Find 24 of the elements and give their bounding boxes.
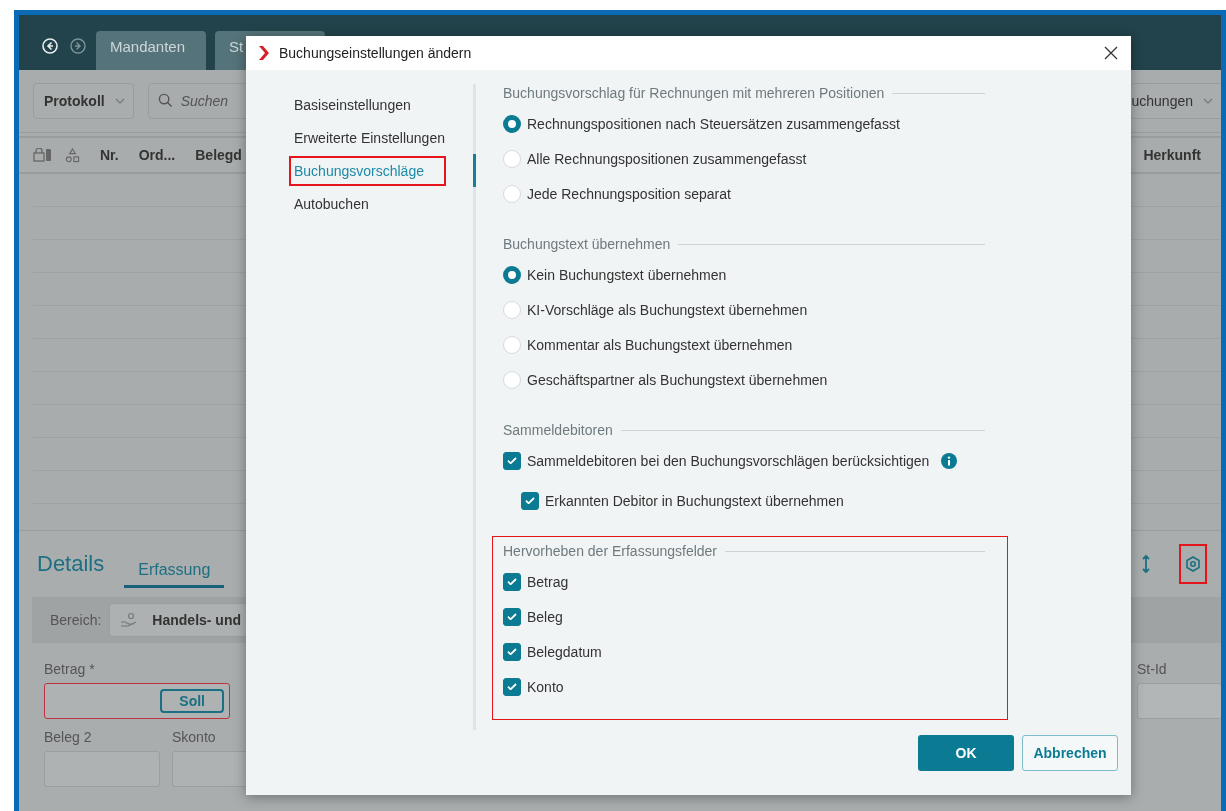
option-label: Sammeldebitoren bei den Buchungsvorschlägen berücksichtigen <box>527 452 930 469</box>
section-heading: Sammeldebitoren <box>503 422 613 438</box>
field-label: St-Id <box>1137 661 1168 677</box>
option-label: Belegdatum <box>527 643 602 660</box>
field-label: Beleg 2 <box>44 729 93 745</box>
section-heading: Hervorheben der Erfassungsfelder <box>503 543 717 559</box>
area-label: Bereich: <box>50 612 102 628</box>
option-label: Kein Buchungstext übernehmen <box>527 266 727 283</box>
field-label: Betrag * <box>44 661 96 677</box>
option-label: Alle Rechnungspositionen zusammengefasst <box>527 150 807 167</box>
option-label: Rechnungspositionen nach Steuersätzen zusammengefasst <box>527 115 900 132</box>
option-label: Geschäftspartner als Buchungstext übernehmen <box>527 371 828 388</box>
field-label: Skonto <box>172 729 217 745</box>
dialog-title: Buchungseinstellungen ändern <box>279 45 472 61</box>
option-label: KI-Vorschläge als Buchungstext übernehmen <box>527 301 808 318</box>
option-label: Jede Rechnungsposition separat <box>527 185 731 202</box>
section-heading: Buchungstext übernehmen <box>503 236 671 252</box>
option-label: Betrag <box>527 573 569 590</box>
panel-title: Details <box>37 551 105 577</box>
option-label: Beleg <box>527 608 563 625</box>
option-label: Konto <box>527 678 564 695</box>
option-label: Erkannten Debitor in Buchungstext übernehmen <box>545 492 844 509</box>
section-heading: Buchungsvorschlag für Rechnungen mit mehreren Positionen <box>503 85 885 101</box>
option-label: Kommentar als Buchungstext übernehmen <box>527 336 793 353</box>
